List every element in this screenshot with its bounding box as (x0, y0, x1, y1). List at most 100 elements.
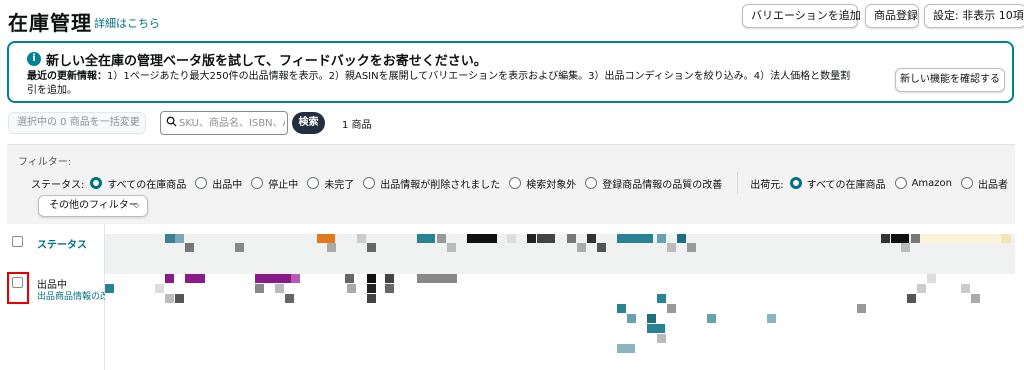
radio-fulfillment-all[interactable] (789, 177, 802, 189)
redacted-block (275, 284, 284, 293)
redacted-block (105, 284, 114, 293)
redacted-block (467, 234, 497, 243)
redacted-block (617, 344, 635, 353)
select-all-checkbox[interactable] (12, 236, 23, 247)
search-box[interactable] (160, 111, 288, 135)
redacted-block (657, 294, 666, 303)
new-features-button[interactable]: 新しい機能を確認する (895, 68, 1005, 92)
row-checkbox[interactable] (12, 277, 23, 288)
radio-status-quality[interactable] (585, 177, 598, 189)
redacted-block (155, 284, 164, 293)
redacted-block (971, 294, 980, 303)
redacted-block (175, 234, 184, 243)
redacted-block (255, 284, 264, 293)
details-link[interactable]: 詳細はこちら (94, 15, 160, 31)
redacted-block (597, 243, 606, 252)
obscured-table-content (105, 224, 1015, 370)
banner-body: 最近の更新情報：1）1ページあたり最大250件の出品情報を表示。2）親ASINを… (27, 70, 857, 98)
radio-status-active[interactable] (195, 177, 208, 189)
redacted-block (901, 243, 910, 252)
radio-status-suppressed[interactable] (509, 177, 522, 189)
redacted-block (647, 314, 656, 323)
radio-fulfillment-amazon[interactable] (894, 177, 907, 189)
redacted-block (447, 243, 456, 252)
redacted-block (927, 274, 936, 283)
column-status-header[interactable]: ステータス (37, 236, 87, 251)
radio-status-incomplete-label[interactable]: 未完了 (324, 176, 354, 191)
search-icon (166, 116, 177, 127)
redacted-block (347, 284, 356, 293)
redacted-block (891, 234, 909, 243)
bulk-action-select[interactable]: 選択中の 0 商品を一括変更 ⌵ (8, 112, 146, 134)
filter-heading: フィルター: (18, 157, 72, 168)
product-count: 1 商品 (342, 120, 372, 131)
redacted-block (235, 243, 244, 252)
chevron-down-icon: ⌵ (130, 118, 137, 128)
radio-status-quality-label[interactable]: 登録商品情報の品質の改善 (602, 176, 722, 191)
redacted-block (185, 243, 194, 252)
redacted-block (647, 324, 665, 333)
banner-title: 新しい全在庫の管理ベータ版を試して、フィードバックをお寄せください。 (46, 54, 487, 69)
search-input[interactable] (179, 115, 285, 131)
redacted-block (667, 304, 676, 313)
filter-panel: フィルター: ステータス: すべての在庫商品 出品中 停止中 未完了 出品情報が… (7, 144, 1015, 224)
redacted-block (165, 234, 175, 243)
fulfillment-filter-label: 出荷元: (750, 179, 784, 191)
redacted-block (707, 314, 716, 323)
redacted-block (417, 234, 435, 243)
radio-status-stopped[interactable] (251, 177, 264, 189)
radio-status-suppressed-label[interactable]: 検索対象外 (526, 176, 576, 191)
redacted-block (367, 243, 376, 252)
add-variation-button[interactable]: バリエーションを追加 (742, 4, 861, 28)
radio-status-all[interactable] (90, 177, 103, 189)
redacted-block (185, 274, 205, 283)
table-left-column: ステータス 出品中 出品商品情報の改善 (7, 224, 118, 370)
more-filters-button[interactable]: その他のフィルター ⌵ (38, 195, 148, 217)
redacted-block (367, 274, 376, 283)
redacted-block (907, 294, 916, 303)
redacted-block (327, 243, 336, 252)
settings-button[interactable]: 設定: 非表示 10項目 (924, 4, 1024, 28)
radio-fulfillment-seller-label[interactable]: 出品者 (978, 176, 1008, 191)
redacted-block (667, 243, 676, 252)
beta-banner: i 新しい全在庫の管理ベータ版を試して、フィードバックをお寄せください。 最近の… (7, 41, 1014, 103)
radio-status-all-label[interactable]: すべての在庫商品 (107, 176, 186, 191)
redacted-block (385, 284, 394, 293)
redacted-block (255, 274, 291, 283)
radio-status-active-label[interactable]: 出品中 (212, 176, 242, 191)
redacted-block (357, 234, 366, 243)
info-icon: i (27, 52, 41, 66)
redacted-block (657, 334, 666, 343)
redacted-block (175, 294, 184, 303)
redacted-block (165, 274, 174, 283)
redacted-block (657, 234, 666, 243)
search-button[interactable]: 検索 (292, 112, 325, 134)
radio-fulfillment-amazon-label[interactable]: Amazon (912, 178, 952, 189)
radio-status-stopped-label[interactable]: 停止中 (268, 176, 298, 191)
radio-status-incomplete[interactable] (307, 177, 320, 189)
register-product-button[interactable]: 商品登録 (865, 4, 919, 28)
redacted-block (527, 234, 536, 243)
status-filter-label: ステータス: (31, 179, 85, 191)
redacted-block (917, 284, 926, 293)
page-header: 在庫管理 詳細はこちら バリエーションを追加 商品登録 設定: 非表示 10項目 (8, 4, 1024, 35)
radio-fulfillment-all-label[interactable]: すべての在庫商品 (807, 176, 886, 191)
redacted-block (345, 274, 354, 283)
redacted-block (767, 314, 776, 323)
filter-divider (737, 172, 739, 194)
redacted-block (881, 234, 890, 243)
redacted-block (417, 274, 457, 283)
redacted-block (627, 314, 636, 323)
redacted-block (921, 234, 1001, 243)
radio-status-deleted-label[interactable]: 出品情報が削除されました (380, 176, 500, 191)
redacted-block (291, 274, 300, 283)
redacted-block (617, 304, 626, 313)
page-title: 在庫管理 (8, 11, 92, 35)
radio-status-deleted[interactable] (363, 177, 376, 189)
redacted-block (567, 234, 576, 243)
banner-body-lead: 最近の更新情報： (27, 71, 107, 82)
redacted-block (385, 274, 394, 283)
radio-fulfillment-seller[interactable] (960, 177, 973, 189)
banner-body-text: 1）1ページあたり最大250件の出品情報を表示。2）親ASINを展開してバリエー… (27, 71, 851, 96)
redacted-block (285, 294, 294, 303)
